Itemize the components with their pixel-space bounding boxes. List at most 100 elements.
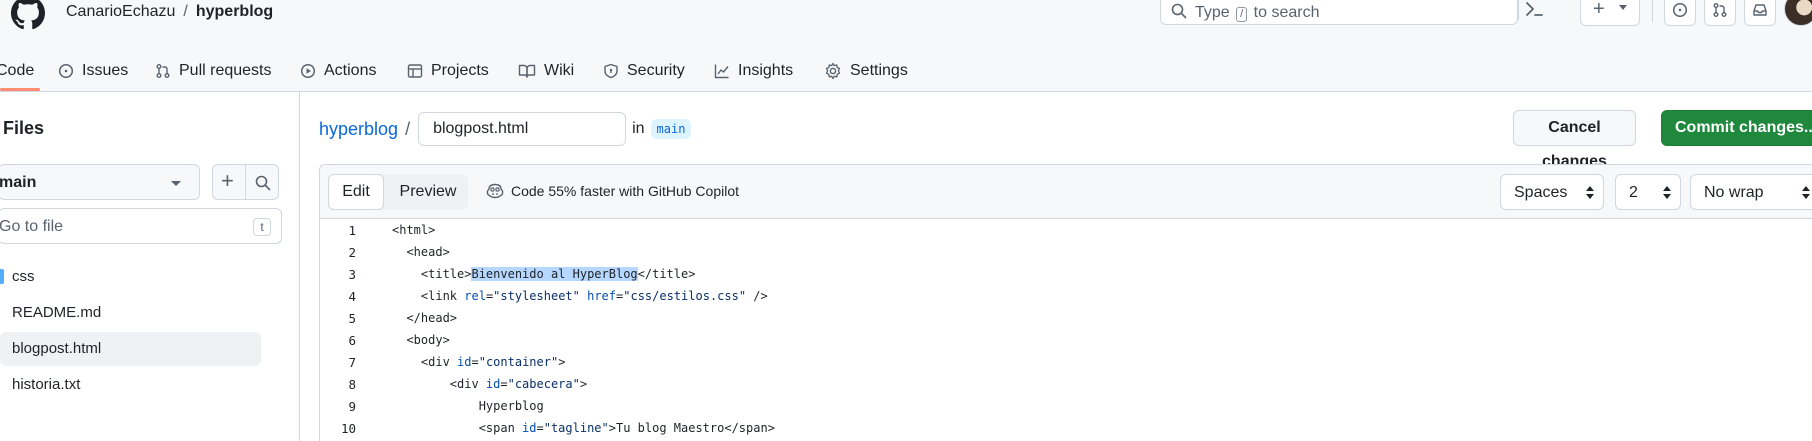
command-palette-icon[interactable] <box>1524 0 1544 18</box>
search-placeholder-suffix: to search <box>1253 4 1320 21</box>
editor-toolbar: Edit Preview Code 55% faster with GitHub… <box>320 165 1812 219</box>
header-divider <box>1652 0 1653 22</box>
tab-pull-requests-label: Pull requests <box>179 62 272 79</box>
tree-item-label: css <box>12 268 35 285</box>
code-line: 5 </head> <box>320 308 1812 330</box>
tab-code[interactable]: Code <box>0 50 34 92</box>
go-to-file-input[interactable]: Go to file t <box>0 208 282 244</box>
tab-security[interactable]: Security <box>603 50 685 92</box>
line-number: 6 <box>348 333 356 348</box>
tree-item-blogpost[interactable]: blogpost.html <box>0 332 261 366</box>
search-shortcut-key: / <box>1236 7 1248 22</box>
code-line: 1 <html> <box>320 220 1812 242</box>
copilot-icon <box>486 183 504 199</box>
go-to-file-placeholder: Go to file <box>0 218 64 235</box>
line-content: <div id="cabecera"> <box>392 377 588 391</box>
line-content: <body> <box>392 333 450 347</box>
tab-preview[interactable]: Preview <box>392 174 464 210</box>
edit-preview-toggle: Edit Preview <box>328 174 468 210</box>
line-content: <head> <box>392 245 450 259</box>
github-logo-icon[interactable] <box>8 0 48 30</box>
tab-settings-label: Settings <box>850 62 908 79</box>
repo-owner-link[interactable]: CanarioEchazu <box>66 3 175 20</box>
select-arrows-icon <box>1586 186 1594 200</box>
inbox-button[interactable] <box>1744 0 1776 26</box>
line-number: 8 <box>348 377 356 392</box>
table-icon <box>407 64 423 78</box>
tab-issues[interactable]: Issues <box>58 50 128 92</box>
wrap-mode-select[interactable]: No wrap <box>1690 174 1812 210</box>
search-placeholder: Type / to search <box>1195 4 1319 22</box>
tree-item-css[interactable]: css <box>0 260 261 294</box>
issues-button[interactable] <box>1664 0 1696 26</box>
tab-actions-label: Actions <box>324 62 377 79</box>
copilot-promo[interactable]: Code 55% faster with GitHub Copilot <box>486 183 739 199</box>
line-content: <div id="container"> <box>392 355 566 369</box>
tab-settings[interactable]: Settings <box>824 50 908 92</box>
indent-mode-select[interactable]: Spaces <box>1500 174 1604 210</box>
branch-selector[interactable]: main <box>0 164 200 200</box>
line-content: <html> <box>392 223 436 237</box>
search-files-button[interactable] <box>245 164 279 200</box>
copilot-promo-text: Code 55% faster with GitHub Copilot <box>511 183 739 199</box>
tree-item-label: historia.txt <box>12 376 81 393</box>
repo-nav-tabs: Code Issues Pull requests Actions Projec… <box>0 50 1000 92</box>
filename-input[interactable] <box>418 112 627 146</box>
search-icon <box>255 175 271 191</box>
line-content: <title>Bienvenido al HyperBlog</title> <box>392 267 696 281</box>
code-content[interactable]: 1 <html> 2 <head> 3 <title>Bienvenido al… <box>320 220 1812 441</box>
tab-insights[interactable]: Insights <box>714 50 793 92</box>
editor-breadcrumb: hyperblog / in main <box>319 112 692 146</box>
active-tab-indicator <box>0 88 40 91</box>
book-icon <box>518 64 536 78</box>
commit-changes-button[interactable]: Commit changes... <box>1661 110 1812 146</box>
tab-wiki[interactable]: Wiki <box>518 50 574 92</box>
search-placeholder-prefix: Type <box>1195 4 1230 21</box>
tab-actions[interactable]: Actions <box>300 50 376 92</box>
tree-item-historia[interactable]: historia.txt <box>0 368 261 402</box>
line-number: 1 <box>348 223 356 238</box>
avatar[interactable] <box>1784 0 1812 26</box>
line-content: <span id="tagline">Tu blog Maestro</span… <box>392 421 775 435</box>
breadcrumb-separator: / <box>405 118 411 139</box>
git-pull-request-icon <box>1713 3 1727 17</box>
play-icon <box>300 63 316 79</box>
file-tree-sidebar: Files main + Go to file t css README.md … <box>0 92 300 441</box>
create-new-button[interactable]: + <box>1580 0 1640 26</box>
breadcrumb-repo-link[interactable]: hyperblog <box>319 119 398 140</box>
tab-pull-requests[interactable]: Pull requests <box>155 50 272 92</box>
indent-mode-value: Spaces <box>1514 184 1568 201</box>
chevron-down-icon <box>1619 5 1627 10</box>
line-number: 4 <box>348 289 356 304</box>
repo-name-link[interactable]: hyperblog <box>196 3 273 20</box>
add-file-button[interactable]: + <box>212 164 246 200</box>
tree-item-label: README.md <box>12 304 102 321</box>
wrap-mode-value: No wrap <box>1704 184 1764 201</box>
tab-projects-label: Projects <box>431 62 489 79</box>
tree-item-readme[interactable]: README.md <box>0 296 261 330</box>
issue-opened-icon <box>58 63 74 79</box>
search-icon <box>1171 3 1187 19</box>
code-line: 10 <span id="tagline">Tu blog Maestro</s… <box>320 418 1812 440</box>
line-number: 10 <box>340 421 356 436</box>
cancel-changes-button[interactable]: Cancel changes <box>1513 110 1636 170</box>
repo-breadcrumb: CanarioEchazu / hyperblog <box>66 3 273 21</box>
branch-badge: main <box>650 119 692 139</box>
line-number: 7 <box>348 355 356 370</box>
line-number: 5 <box>348 311 356 326</box>
code-editor: Edit Preview Code 55% faster with GitHub… <box>319 164 1812 441</box>
line-content: </head> <box>392 311 458 325</box>
issue-opened-icon <box>1672 2 1688 18</box>
indent-size-select[interactable]: 2 <box>1615 174 1681 210</box>
plus-icon: + <box>1593 0 1605 20</box>
line-number: 3 <box>348 267 356 282</box>
graph-icon <box>714 64 729 79</box>
tab-issues-label: Issues <box>82 62 129 79</box>
indent-size-value: 2 <box>1629 184 1638 201</box>
pull-requests-button[interactable] <box>1704 0 1736 26</box>
search-input[interactable]: Type / to search <box>1160 0 1519 25</box>
tab-projects[interactable]: Projects <box>407 50 489 92</box>
line-number: 9 <box>348 399 356 414</box>
tab-edit[interactable]: Edit <box>328 174 384 210</box>
tree-item-label: blogpost.html <box>12 340 102 357</box>
